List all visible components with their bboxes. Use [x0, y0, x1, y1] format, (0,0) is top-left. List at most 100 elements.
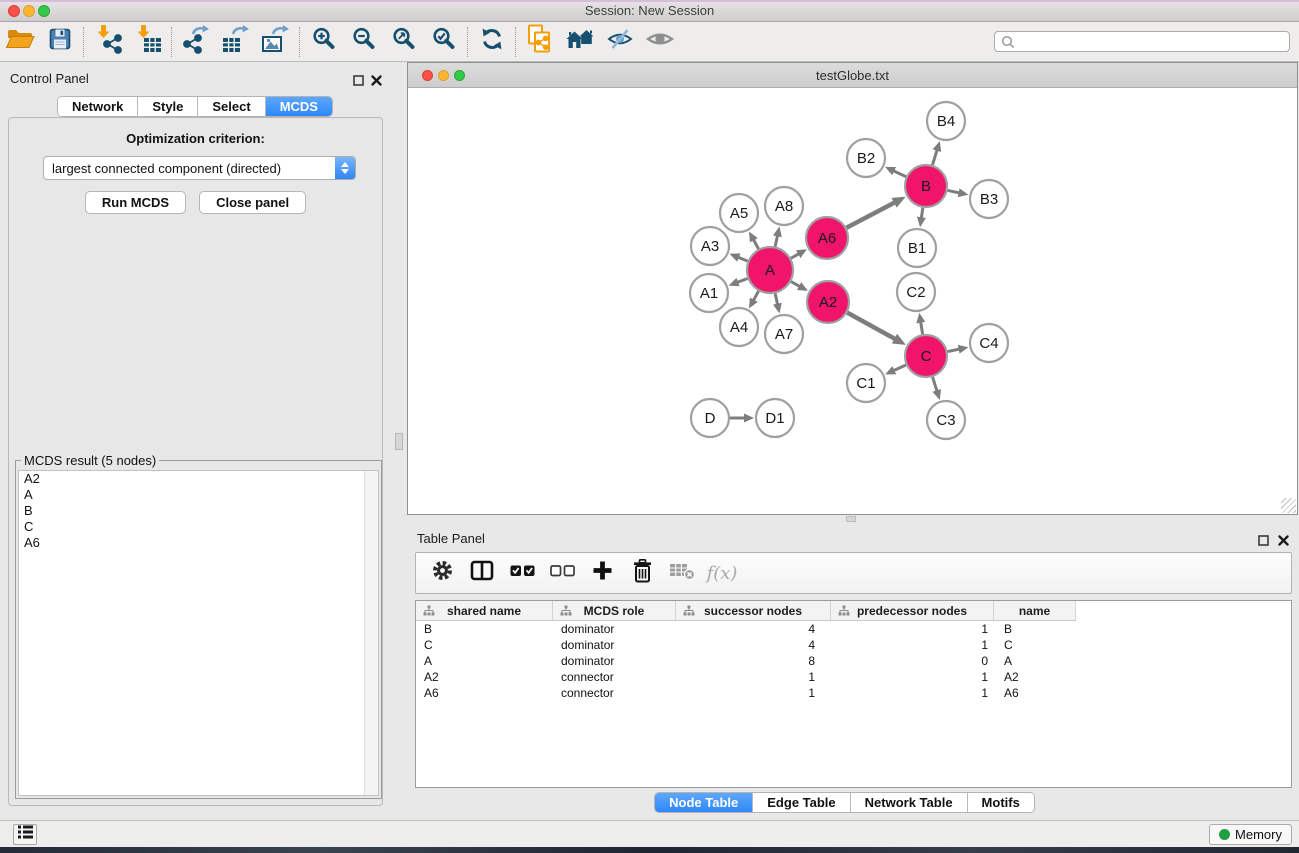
float-table-panel-icon[interactable]: [1258, 533, 1269, 551]
network-window-titlebar[interactable]: testGlobe.txt: [408, 63, 1297, 88]
close-panel-button[interactable]: Close panel: [199, 191, 306, 214]
column-header-predecessor-nodes[interactable]: predecessor nodes: [831, 601, 994, 621]
hide-selected-button[interactable]: [600, 25, 640, 59]
table-cell[interactable]: A: [416, 654, 553, 668]
zoom-fit-button[interactable]: [384, 25, 424, 59]
create-column-button[interactable]: [588, 558, 616, 588]
criterion-dropdown[interactable]: largest connected component (directed): [43, 156, 356, 180]
column-header-name[interactable]: name: [994, 601, 1076, 621]
run-mcds-button[interactable]: Run MCDS: [85, 191, 186, 214]
memory-button[interactable]: Memory: [1209, 824, 1292, 845]
checked-boxes-icon: [510, 564, 535, 582]
import-network-button[interactable]: [88, 25, 128, 59]
network-canvas[interactable]: AA1A2A3A4A5A6A7A8BB1B2B3B4CC1C2C3C4DD1: [408, 88, 1297, 514]
table-cell[interactable]: 1: [831, 670, 994, 684]
vertical-splitter-grip[interactable]: [395, 433, 403, 450]
task-history-button[interactable]: [13, 824, 37, 845]
table-cell[interactable]: 1: [831, 622, 994, 636]
search-input[interactable]: [1016, 33, 1289, 50]
table-cell[interactable]: 0: [831, 654, 994, 668]
table-cell[interactable]: 1: [831, 686, 994, 700]
table-cell[interactable]: A: [994, 654, 1076, 668]
export-network-button[interactable]: [176, 25, 216, 59]
table-cell[interactable]: 4: [676, 622, 831, 636]
show-column-button[interactable]: [468, 558, 496, 588]
column-header-MCDS-role[interactable]: MCDS role: [553, 601, 676, 621]
zoom-selected-button[interactable]: [424, 25, 464, 59]
table-row[interactable]: Cdominator41C: [416, 637, 1291, 653]
graph-edge-B-B4[interactable]: [932, 149, 937, 165]
network-graph[interactable]: AA1A2A3A4A5A6A7A8BB1B2B3B4CC1C2C3C4DD1: [408, 88, 1297, 514]
function-builder-button[interactable]: f(x): [708, 558, 736, 588]
table-row[interactable]: A6connector11A6: [416, 685, 1291, 701]
table-cell[interactable]: connector: [553, 686, 676, 700]
table-cell[interactable]: dominator: [553, 654, 676, 668]
graph-edge-arrowhead: [916, 313, 925, 324]
table-cell[interactable]: 1: [831, 638, 994, 652]
mcds-list-scrollbar[interactable]: [364, 471, 378, 795]
float-panel-icon[interactable]: [353, 73, 364, 91]
graph-edge-A6-B[interactable]: [846, 202, 895, 228]
show-all-button[interactable]: [640, 25, 680, 59]
tab-motifs[interactable]: Motifs: [967, 793, 1034, 812]
table-cell[interactable]: B: [994, 622, 1076, 636]
horizontal-splitter[interactable]: [390, 515, 1299, 522]
tab-select[interactable]: Select: [197, 97, 264, 116]
zoom-out-button[interactable]: [344, 25, 384, 59]
close-panel-icon[interactable]: [371, 73, 382, 91]
graph-edge-C-C1[interactable]: [892, 365, 905, 371]
first-neighbors-button[interactable]: [560, 25, 600, 59]
table-cell[interactable]: A6: [994, 686, 1076, 700]
tab-mcds[interactable]: MCDS: [265, 97, 332, 116]
graph-edge-C-C2[interactable]: [920, 321, 922, 335]
table-row[interactable]: Adominator80A: [416, 653, 1291, 669]
mcds-result-item[interactable]: A: [19, 487, 378, 503]
tab-style[interactable]: Style: [137, 97, 197, 116]
tab-node-table[interactable]: Node Table: [655, 793, 752, 812]
table-cell[interactable]: B: [416, 622, 553, 636]
graph-edge-B-B2[interactable]: [892, 170, 906, 176]
new-network-from-selection-button[interactable]: [520, 25, 560, 59]
table-cell[interactable]: C: [994, 638, 1076, 652]
table-cell[interactable]: 1: [676, 670, 831, 684]
tab-network-table[interactable]: Network Table: [850, 793, 967, 812]
mcds-result-item[interactable]: B: [19, 503, 378, 519]
table-options-button[interactable]: [428, 558, 456, 588]
graph-edge-C-C3[interactable]: [933, 377, 938, 392]
open-session-button[interactable]: [0, 25, 40, 59]
table-cell[interactable]: A6: [416, 686, 553, 700]
table-row[interactable]: Bdominator41B: [416, 621, 1291, 637]
table-cell[interactable]: dominator: [553, 638, 676, 652]
mcds-result-item[interactable]: A6: [19, 535, 378, 551]
table-row[interactable]: A2connector11A2: [416, 669, 1291, 685]
table-cell[interactable]: A2: [994, 670, 1076, 684]
mcds-result-item[interactable]: A2: [19, 471, 378, 487]
export-image-button[interactable]: [256, 25, 296, 59]
table-cell[interactable]: connector: [553, 670, 676, 684]
deselect-all-rows-button[interactable]: [548, 558, 576, 588]
close-table-panel-icon[interactable]: [1278, 533, 1289, 551]
delete-column-button[interactable]: [628, 558, 656, 588]
mcds-result-list[interactable]: A2ABCA6: [18, 470, 379, 796]
select-all-rows-button[interactable]: [508, 558, 536, 588]
apply-layout-button[interactable]: [472, 25, 512, 59]
column-header-shared-name[interactable]: shared name: [416, 601, 553, 621]
mcds-result-item[interactable]: C: [19, 519, 378, 535]
search-field[interactable]: [994, 31, 1290, 52]
column-header-successor-nodes[interactable]: successor nodes: [676, 601, 831, 621]
zoom-in-button[interactable]: [304, 25, 344, 59]
table-cell[interactable]: C: [416, 638, 553, 652]
tab-edge-table[interactable]: Edge Table: [752, 793, 849, 812]
tab-network[interactable]: Network: [58, 97, 137, 116]
table-cell[interactable]: 1: [676, 686, 831, 700]
window-resize-grip[interactable]: [1281, 498, 1296, 513]
graph-edge-A2-C[interactable]: [847, 313, 896, 340]
table-cell[interactable]: dominator: [553, 622, 676, 636]
table-cell[interactable]: 8: [676, 654, 831, 668]
save-session-button[interactable]: [40, 25, 80, 59]
export-table-button[interactable]: [216, 25, 256, 59]
import-table-button[interactable]: [128, 25, 168, 59]
delete-table-button[interactable]: [668, 558, 696, 588]
table-cell[interactable]: A2: [416, 670, 553, 684]
table-cell[interactable]: 4: [676, 638, 831, 652]
